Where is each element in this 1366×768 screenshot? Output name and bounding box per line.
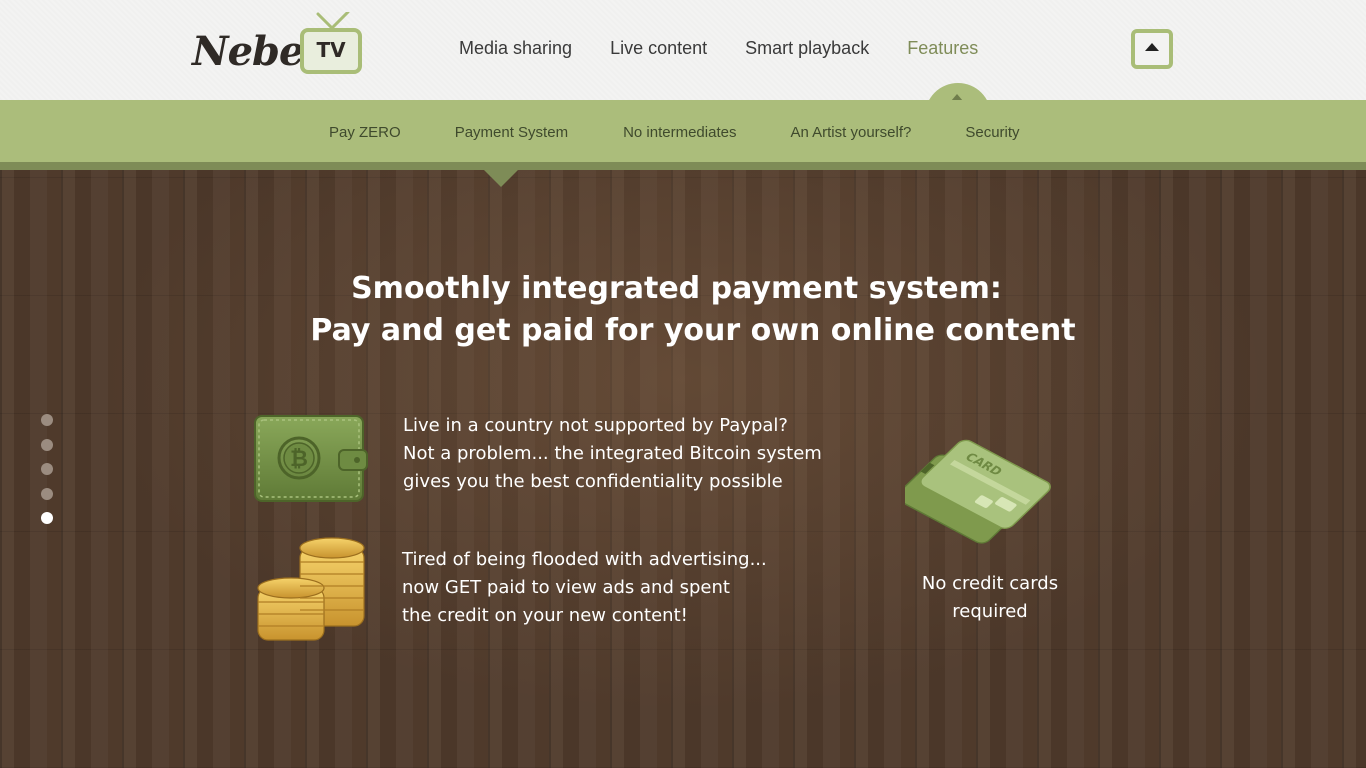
logo[interactable]: Nebel. TV bbox=[192, 12, 367, 82]
subnav-pay-zero[interactable]: Pay ZERO bbox=[329, 124, 401, 141]
feature-bitcoin-line2: Not a problem... the integrated Bitcoin … bbox=[403, 443, 822, 464]
subnav-payment-system[interactable]: Payment System bbox=[455, 124, 568, 141]
slide-dot-1[interactable] bbox=[41, 414, 53, 426]
nav-media-sharing[interactable]: Media sharing bbox=[459, 38, 572, 62]
feature-ads-text: Tired of being flooded with advertising.… bbox=[402, 546, 767, 630]
top-header: Nebel. TV Media sharing Live content Sma… bbox=[0, 0, 1366, 100]
slide-dot-2[interactable] bbox=[41, 438, 53, 451]
credit-card-icon: CARD bbox=[905, 439, 1051, 544]
feature-ads-line3: the credit on your new content! bbox=[402, 605, 688, 626]
caption-line1: No credit cards bbox=[921, 573, 1059, 594]
nav-features[interactable]: Features bbox=[907, 38, 978, 62]
sub-nav-border bbox=[0, 162, 1366, 170]
subnav-no-intermediates[interactable]: No intermediates bbox=[623, 124, 736, 141]
sub-nav: Pay ZERO Payment System No intermediates… bbox=[329, 124, 1020, 141]
hero-title-line1: Smoothly integrated payment system: bbox=[351, 271, 1002, 306]
subnav-artist-yourself[interactable]: An Artist yourself? bbox=[790, 124, 911, 141]
slide-dot-5[interactable] bbox=[41, 512, 53, 524]
slide-dot-4[interactable] bbox=[41, 487, 53, 500]
feature-ads-line2: now GET paid to view ads and spent bbox=[402, 577, 730, 598]
slide-dot-3[interactable] bbox=[41, 463, 53, 475]
caption-line2: required bbox=[952, 601, 1028, 622]
scroll-top-button[interactable] bbox=[1131, 29, 1173, 69]
logo-tv-label: TV bbox=[316, 38, 346, 62]
hero-title-line2: Pay and get paid for your own online con… bbox=[310, 313, 1076, 348]
svg-text:₿: ₿ bbox=[290, 447, 308, 472]
feature-bitcoin-line1: Live in a country not supported by Paypa… bbox=[403, 415, 788, 436]
feature-bitcoin-line3: gives you the best confidentiality possi… bbox=[403, 471, 783, 492]
slider-pagination bbox=[41, 414, 53, 537]
coins-icon bbox=[257, 537, 365, 641]
wallet-icon: ₿ bbox=[254, 415, 368, 502]
subnav-security[interactable]: Security bbox=[965, 124, 1019, 141]
tv-icon: TV bbox=[300, 28, 362, 74]
hero-title: Smoothly integrated payment system: Pay … bbox=[0, 268, 1366, 352]
main-nav: Media sharing Live content Smart playbac… bbox=[459, 38, 1016, 62]
subnav-pointer bbox=[484, 170, 518, 187]
arrow-up-icon bbox=[1145, 43, 1159, 51]
no-credit-cards-caption: No credit cards required bbox=[905, 570, 1075, 626]
feature-ads-line1: Tired of being flooded with advertising.… bbox=[402, 549, 767, 570]
nav-smart-playback[interactable]: Smart playback bbox=[745, 38, 869, 62]
feature-bitcoin-text: Live in a country not supported by Paypa… bbox=[403, 412, 822, 496]
nav-live-content[interactable]: Live content bbox=[610, 38, 707, 62]
